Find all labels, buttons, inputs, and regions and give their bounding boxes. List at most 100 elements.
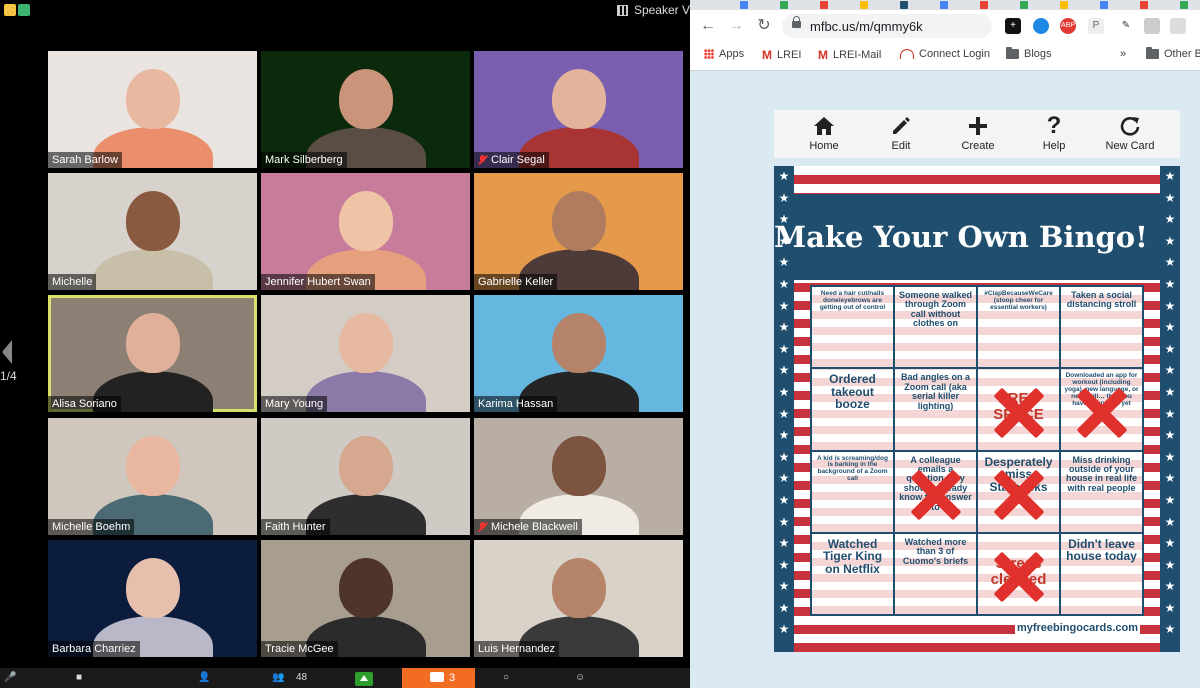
- bingo-cell[interactable]: A kid is screaming/dog is barking in the…: [812, 451, 893, 532]
- extension-grey-icon[interactable]: [1170, 18, 1186, 34]
- adblock-icon[interactable]: ABP: [1060, 18, 1076, 34]
- star-icon: ★: [1164, 471, 1176, 486]
- bookmark-apps[interactable]: Apps: [704, 48, 744, 60]
- participant-face: [339, 69, 393, 129]
- bingo-cell-text: Someone walked through Zoom call without…: [898, 290, 973, 329]
- edit-button[interactable]: Edit: [871, 114, 931, 152]
- bingo-cell[interactable]: Didn't leave house today: [1061, 533, 1142, 614]
- bingo-cell[interactable]: Taken a social distancing stroll: [1061, 287, 1142, 368]
- bingo-cell[interactable]: Stress cleaned: [978, 533, 1059, 614]
- invite-icon[interactable]: 👤: [198, 672, 216, 686]
- star-icon: ★: [778, 190, 790, 205]
- participant-name-label: Jennifer Hubert Swan: [261, 274, 375, 290]
- gmail-icon: M: [818, 48, 828, 62]
- video-tile[interactable]: Faith Hunter: [261, 418, 470, 535]
- extension-pen-icon[interactable]: ✎: [1118, 18, 1134, 34]
- bingo-cell[interactable]: Desperately miss Starbucks: [978, 451, 1059, 532]
- reactions-icon[interactable]: ☺: [575, 672, 593, 686]
- bingo-cell[interactable]: Watched more than 3 of Cuomo's briefs: [895, 533, 976, 614]
- star-icon: ★: [1164, 190, 1176, 205]
- chevron-left-icon[interactable]: [2, 340, 12, 364]
- bingo-cell[interactable]: Watched Tiger King on Netflix: [812, 533, 893, 614]
- bookmark-blogs[interactable]: Blogs: [1006, 47, 1052, 60]
- microphone-icon[interactable]: 🎤: [4, 672, 22, 686]
- video-tile[interactable]: Mark Silberberg: [261, 51, 470, 168]
- star-icon: ★: [1164, 406, 1176, 421]
- bingo-cell-text: Watched more than 3 of Cuomo's briefs: [902, 536, 969, 566]
- video-tile[interactable]: Michelle: [48, 173, 257, 290]
- video-tile[interactable]: Michele Blackwell: [474, 418, 683, 535]
- create-button[interactable]: Create: [948, 114, 1008, 152]
- tab-favicon[interactable]: [900, 1, 908, 9]
- participant-name-label: Michele Blackwell: [474, 519, 582, 535]
- star-icon: ★: [778, 514, 790, 529]
- share-screen-icon[interactable]: [355, 672, 373, 686]
- participants-icon[interactable]: 👥: [272, 672, 290, 686]
- video-tile[interactable]: Mary Young: [261, 295, 470, 412]
- home-button[interactable]: Home: [794, 114, 854, 152]
- bingo-cell[interactable]: FREE SPACE: [978, 369, 1059, 450]
- video-tile[interactable]: Michelle Boehm: [48, 418, 257, 535]
- reload-icon[interactable]: ↻: [754, 16, 774, 36]
- extension-copy-icon[interactable]: [1144, 18, 1160, 34]
- bingo-cell[interactable]: Miss drinking outside of your house in r…: [1061, 451, 1142, 532]
- video-tile[interactable]: Luis Hernandez: [474, 540, 683, 657]
- tab-favicon[interactable]: [780, 1, 788, 9]
- tab-favicon[interactable]: [980, 1, 988, 9]
- lock-icon[interactable]: [18, 4, 30, 16]
- video-tile[interactable]: Gabrielle Keller: [474, 173, 683, 290]
- video-tile[interactable]: Alisa Soriano: [48, 295, 257, 412]
- bookmarks-overflow[interactable]: »: [1120, 48, 1126, 60]
- tab-favicon[interactable]: [860, 1, 868, 9]
- tab-favicon[interactable]: [1140, 1, 1148, 9]
- tab-favicon[interactable]: [1180, 1, 1188, 9]
- lock-icon[interactable]: [792, 16, 801, 28]
- video-camera-icon[interactable]: ■: [76, 672, 94, 686]
- tab-favicon[interactable]: [1020, 1, 1028, 9]
- bingo-cell[interactable]: Need a hair cut/nails done/eyebrows are …: [812, 287, 893, 368]
- participant-name-label: Karima Hassan: [474, 396, 558, 412]
- bingo-cell[interactable]: Downloaded an app for workout (including…: [1061, 369, 1142, 450]
- bingo-cell[interactable]: A colleague emails a question they shoul…: [895, 451, 976, 532]
- star-icon: ★: [778, 579, 790, 594]
- extension-plus-icon[interactable]: +: [1005, 18, 1021, 34]
- bookmark-other[interactable]: Other B: [1146, 47, 1200, 60]
- extension-p-icon[interactable]: P: [1088, 18, 1104, 34]
- bookmark-lrei[interactable]: M LREI: [762, 48, 801, 62]
- shield-icon[interactable]: [4, 4, 16, 16]
- chat-button[interactable]: [402, 668, 475, 688]
- star-icon: ★: [1164, 449, 1176, 464]
- bookmark-lrei-mail[interactable]: M LREI-Mail: [818, 48, 881, 62]
- video-tile[interactable]: Clair Segal: [474, 51, 683, 168]
- participant-face: [552, 436, 606, 496]
- bookmark-connect-login[interactable]: Connect Login: [900, 48, 990, 60]
- new-card-button[interactable]: New Card: [1100, 114, 1160, 152]
- video-tile[interactable]: Tracie McGee: [261, 540, 470, 657]
- star-icon: ★: [1164, 536, 1176, 551]
- video-tile[interactable]: Karima Hassan: [474, 295, 683, 412]
- bingo-cell[interactable]: Bad angles on a Zoom call (aka serial ki…: [895, 369, 976, 450]
- extension-blue-icon[interactable]: [1033, 18, 1049, 34]
- video-tile[interactable]: Barbara Charriez: [48, 540, 257, 657]
- bingo-footer: myfreebingocards.com: [1014, 622, 1140, 634]
- tab-favicon[interactable]: [820, 1, 828, 9]
- forward-arrow-icon[interactable]: →: [726, 16, 746, 36]
- tab-favicon[interactable]: [1060, 1, 1068, 9]
- video-tile[interactable]: Sarah Barlow: [48, 51, 257, 168]
- record-icon[interactable]: ○: [503, 672, 521, 686]
- tab-favicon[interactable]: [940, 1, 948, 9]
- gallery-page-nav[interactable]: 1/4: [0, 340, 22, 383]
- new-card-label: New Card: [1105, 140, 1155, 152]
- url-field[interactable]: mfbc.us/m/qmmy6k ☆: [782, 14, 1076, 38]
- bingo-cell[interactable]: Someone walked through Zoom call without…: [895, 287, 976, 368]
- speaker-view-button[interactable]: Speaker V: [616, 3, 690, 17]
- participant-name: Michele Blackwell: [491, 521, 578, 533]
- star-icon: ★: [778, 600, 790, 615]
- back-arrow-icon[interactable]: ←: [698, 16, 718, 36]
- tab-favicon[interactable]: [740, 1, 748, 9]
- bingo-cell[interactable]: Ordered takeout booze: [812, 369, 893, 450]
- help-button[interactable]: ? Help: [1024, 112, 1084, 152]
- video-tile[interactable]: Jennifer Hubert Swan: [261, 173, 470, 290]
- bingo-cell[interactable]: #ClapBecauseWeCare (stoop cheer for esse…: [978, 287, 1059, 368]
- tab-favicon[interactable]: [1100, 1, 1108, 9]
